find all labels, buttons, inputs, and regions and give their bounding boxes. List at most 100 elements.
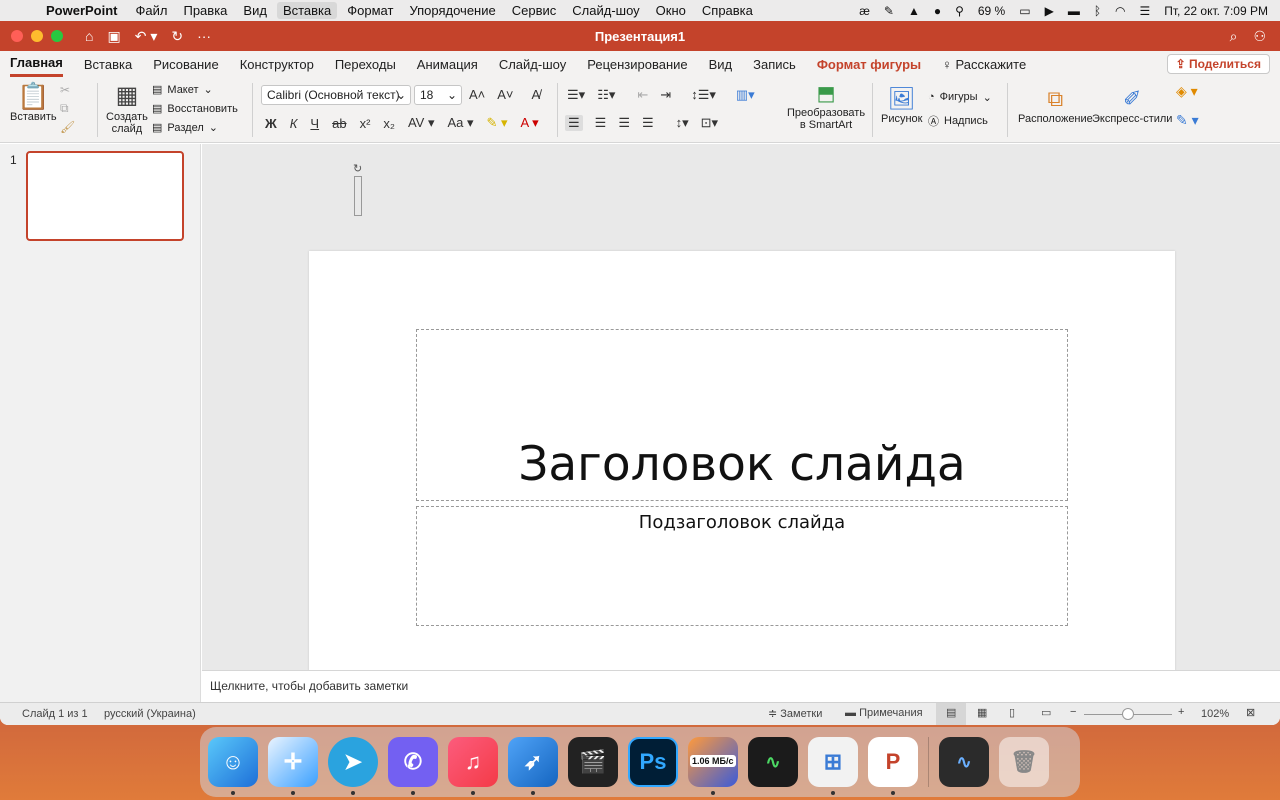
increase-indent-icon[interactable]: ⇥ <box>660 87 671 103</box>
justify-icon[interactable]: ☰ <box>642 115 654 131</box>
menu-slideshow[interactable]: Слайд-шоу <box>572 2 639 19</box>
safari-icon[interactable]: ✛ <box>268 737 318 795</box>
clock[interactable]: Пт, 22 окт. 7:09 PM <box>1164 4 1268 18</box>
highlight-icon[interactable]: ✎ ▾ <box>487 115 508 131</box>
telegram-icon[interactable]: ➤ <box>328 737 378 795</box>
zoom-button[interactable] <box>51 30 63 42</box>
subscript-icon[interactable]: x₂ <box>383 116 395 131</box>
tab-tell-me[interactable]: ♀ Расскажите <box>942 53 1026 76</box>
installer-icon[interactable]: ⊞ <box>808 737 858 795</box>
align-right-icon[interactable]: ☰ <box>618 115 630 131</box>
menu-help[interactable]: Справка <box>702 2 753 19</box>
menu-window[interactable]: Окно <box>656 2 686 19</box>
redo-icon[interactable]: ↻ <box>171 28 183 45</box>
rotate-handle-icon[interactable]: ↻ <box>353 162 362 175</box>
zoom-in-icon[interactable]: + <box>1178 706 1184 718</box>
subtitle-placeholder[interactable]: Подзаголовок слайда <box>416 506 1068 626</box>
photoshop-icon[interactable]: Ps <box>628 737 678 787</box>
search-icon[interactable]: ⌕ <box>1230 28 1238 45</box>
minimize-button[interactable] <box>31 30 43 42</box>
menu-arrange[interactable]: Упорядочение <box>409 2 495 19</box>
tab-record[interactable]: Запись <box>753 53 796 76</box>
shapes-button[interactable]: ◔ Фигуры ⌄ <box>928 85 992 109</box>
tab-home[interactable]: Главная <box>10 51 63 77</box>
menu-edit[interactable]: Правка <box>183 2 227 19</box>
powerpoint-dock-icon[interactable]: P <box>868 737 918 795</box>
new-slide-button[interactable]: ▦ Создать слайд <box>106 81 148 135</box>
play-icon[interactable]: ▶ <box>1045 4 1054 18</box>
columns-icon[interactable]: ▥▾ <box>736 87 755 103</box>
align-text-icon[interactable]: ⊡▾ <box>701 115 718 131</box>
trash-icon[interactable]: 🗑 <box>999 737 1049 787</box>
numbering-icon[interactable]: ☷▾ <box>597 87 615 103</box>
section-button[interactable]: ▤ Раздел ⌄ <box>152 118 238 137</box>
arrange-button[interactable]: ⧉ Расположение <box>1018 85 1093 125</box>
language[interactable]: русский (Украина) <box>104 708 196 720</box>
align-left-icon[interactable]: ☰ <box>565 115 583 131</box>
notes-toggle[interactable]: ≑ Заметки <box>768 707 822 720</box>
shape-outline-icon[interactable]: ✎ ▾ <box>1176 112 1199 129</box>
tab-insert[interactable]: Вставка <box>84 53 132 76</box>
menu-format[interactable]: Формат <box>347 2 393 19</box>
textbox-button[interactable]: Ⓐ Надпись <box>928 109 992 133</box>
spark-icon[interactable]: ➶ <box>508 737 558 795</box>
share-icon[interactable]: ⚇ <box>1253 28 1266 45</box>
notes-pane[interactable]: Щелкните, чтобы добавить заметки <box>202 670 1280 702</box>
menu-tools[interactable]: Сервис <box>512 2 557 19</box>
strike-button[interactable]: ab <box>332 116 346 131</box>
control-center-icon[interactable]: ☰ <box>1140 4 1151 18</box>
copy-icon[interactable]: ⧉ <box>60 101 75 116</box>
layout-button[interactable]: ▤ Макет ⌄ <box>152 80 238 99</box>
downloader-icon[interactable]: 1.06 МБ/с <box>688 737 738 795</box>
underline-button[interactable]: Ч <box>310 116 319 131</box>
stocks-widget-icon[interactable]: ∿ <box>939 737 989 787</box>
antenna-icon[interactable]: ⚲ <box>955 4 964 18</box>
menu-file[interactable]: Файл <box>136 2 168 19</box>
viber-icon[interactable]: ✆ <box>388 737 438 795</box>
clear-format-icon[interactable]: A̸ <box>532 87 541 102</box>
reset-button[interactable]: ▤ Восстановить <box>152 99 238 118</box>
tab-design[interactable]: Конструктор <box>240 53 314 76</box>
picture-button[interactable]: 🖼 Рисунок <box>881 85 923 125</box>
slide-thumbnail[interactable] <box>26 151 184 241</box>
home-icon[interactable]: ⌂ <box>85 28 93 45</box>
align-center-icon[interactable]: ☰ <box>595 115 607 131</box>
music-icon[interactable]: ♫ <box>448 737 498 795</box>
tab-transitions[interactable]: Переходы <box>335 53 396 76</box>
font-color-icon[interactable]: A ▾ <box>521 115 539 131</box>
circle-icon[interactable]: ● <box>934 4 941 18</box>
quick-styles-button[interactable]: ✐ Экспресс-стили <box>1092 85 1172 125</box>
pen-icon[interactable]: ✎ <box>884 4 894 18</box>
wifi-icon[interactable]: ◠ <box>1115 4 1125 18</box>
text-direction-icon[interactable]: ↕▾ <box>676 115 689 131</box>
zoom-out-icon[interactable]: − <box>1070 706 1076 718</box>
drive-icon[interactable]: ▲ <box>908 4 920 18</box>
zoom-slider-thumb[interactable] <box>1122 708 1134 720</box>
tab-draw[interactable]: Рисование <box>153 53 218 76</box>
menu-view[interactable]: Вид <box>243 2 267 19</box>
char-spacing-icon[interactable]: AV ▾ <box>408 115 435 131</box>
tab-animations[interactable]: Анимация <box>417 53 478 76</box>
flag-icon[interactable]: ▬ <box>1068 4 1080 18</box>
fit-slide-icon[interactable]: ⊠ <box>1246 706 1255 719</box>
paste-button[interactable]: 📋 Вставить <box>10 81 57 123</box>
superscript-icon[interactable]: x² <box>360 116 371 131</box>
shape-fill-icon[interactable]: ◈ ▾ <box>1176 83 1199 100</box>
smartart-button[interactable]: ⬒ Преобразовать в SmartArt <box>787 81 865 131</box>
slideshow-view-icon[interactable]: ▭ <box>1041 706 1051 719</box>
font-family-select[interactable]: Calibri (Основной текст) ⌄ <box>261 85 411 105</box>
close-button[interactable] <box>11 30 23 42</box>
activity-monitor-icon[interactable]: ∿ <box>748 737 798 787</box>
selected-shape-handles[interactable]: ↻ <box>348 162 370 218</box>
title-placeholder[interactable]: Заголовок слайда <box>416 329 1068 501</box>
grow-font-icon[interactable]: A˄ <box>469 87 485 102</box>
ae-icon[interactable]: æ <box>859 4 870 18</box>
bullets-icon[interactable]: ☰▾ <box>567 87 585 103</box>
tab-slideshow[interactable]: Слайд-шоу <box>499 53 566 76</box>
bluetooth-icon[interactable]: ᛒ <box>1094 4 1101 18</box>
decrease-indent-icon[interactable]: ⇤ <box>637 87 648 103</box>
line-spacing-icon[interactable]: ↕☰▾ <box>691 87 716 103</box>
share-button[interactable]: ⇪ Поделиться <box>1166 54 1270 74</box>
tab-view[interactable]: Вид <box>709 53 733 76</box>
shrink-font-icon[interactable]: A˅ <box>497 87 513 102</box>
